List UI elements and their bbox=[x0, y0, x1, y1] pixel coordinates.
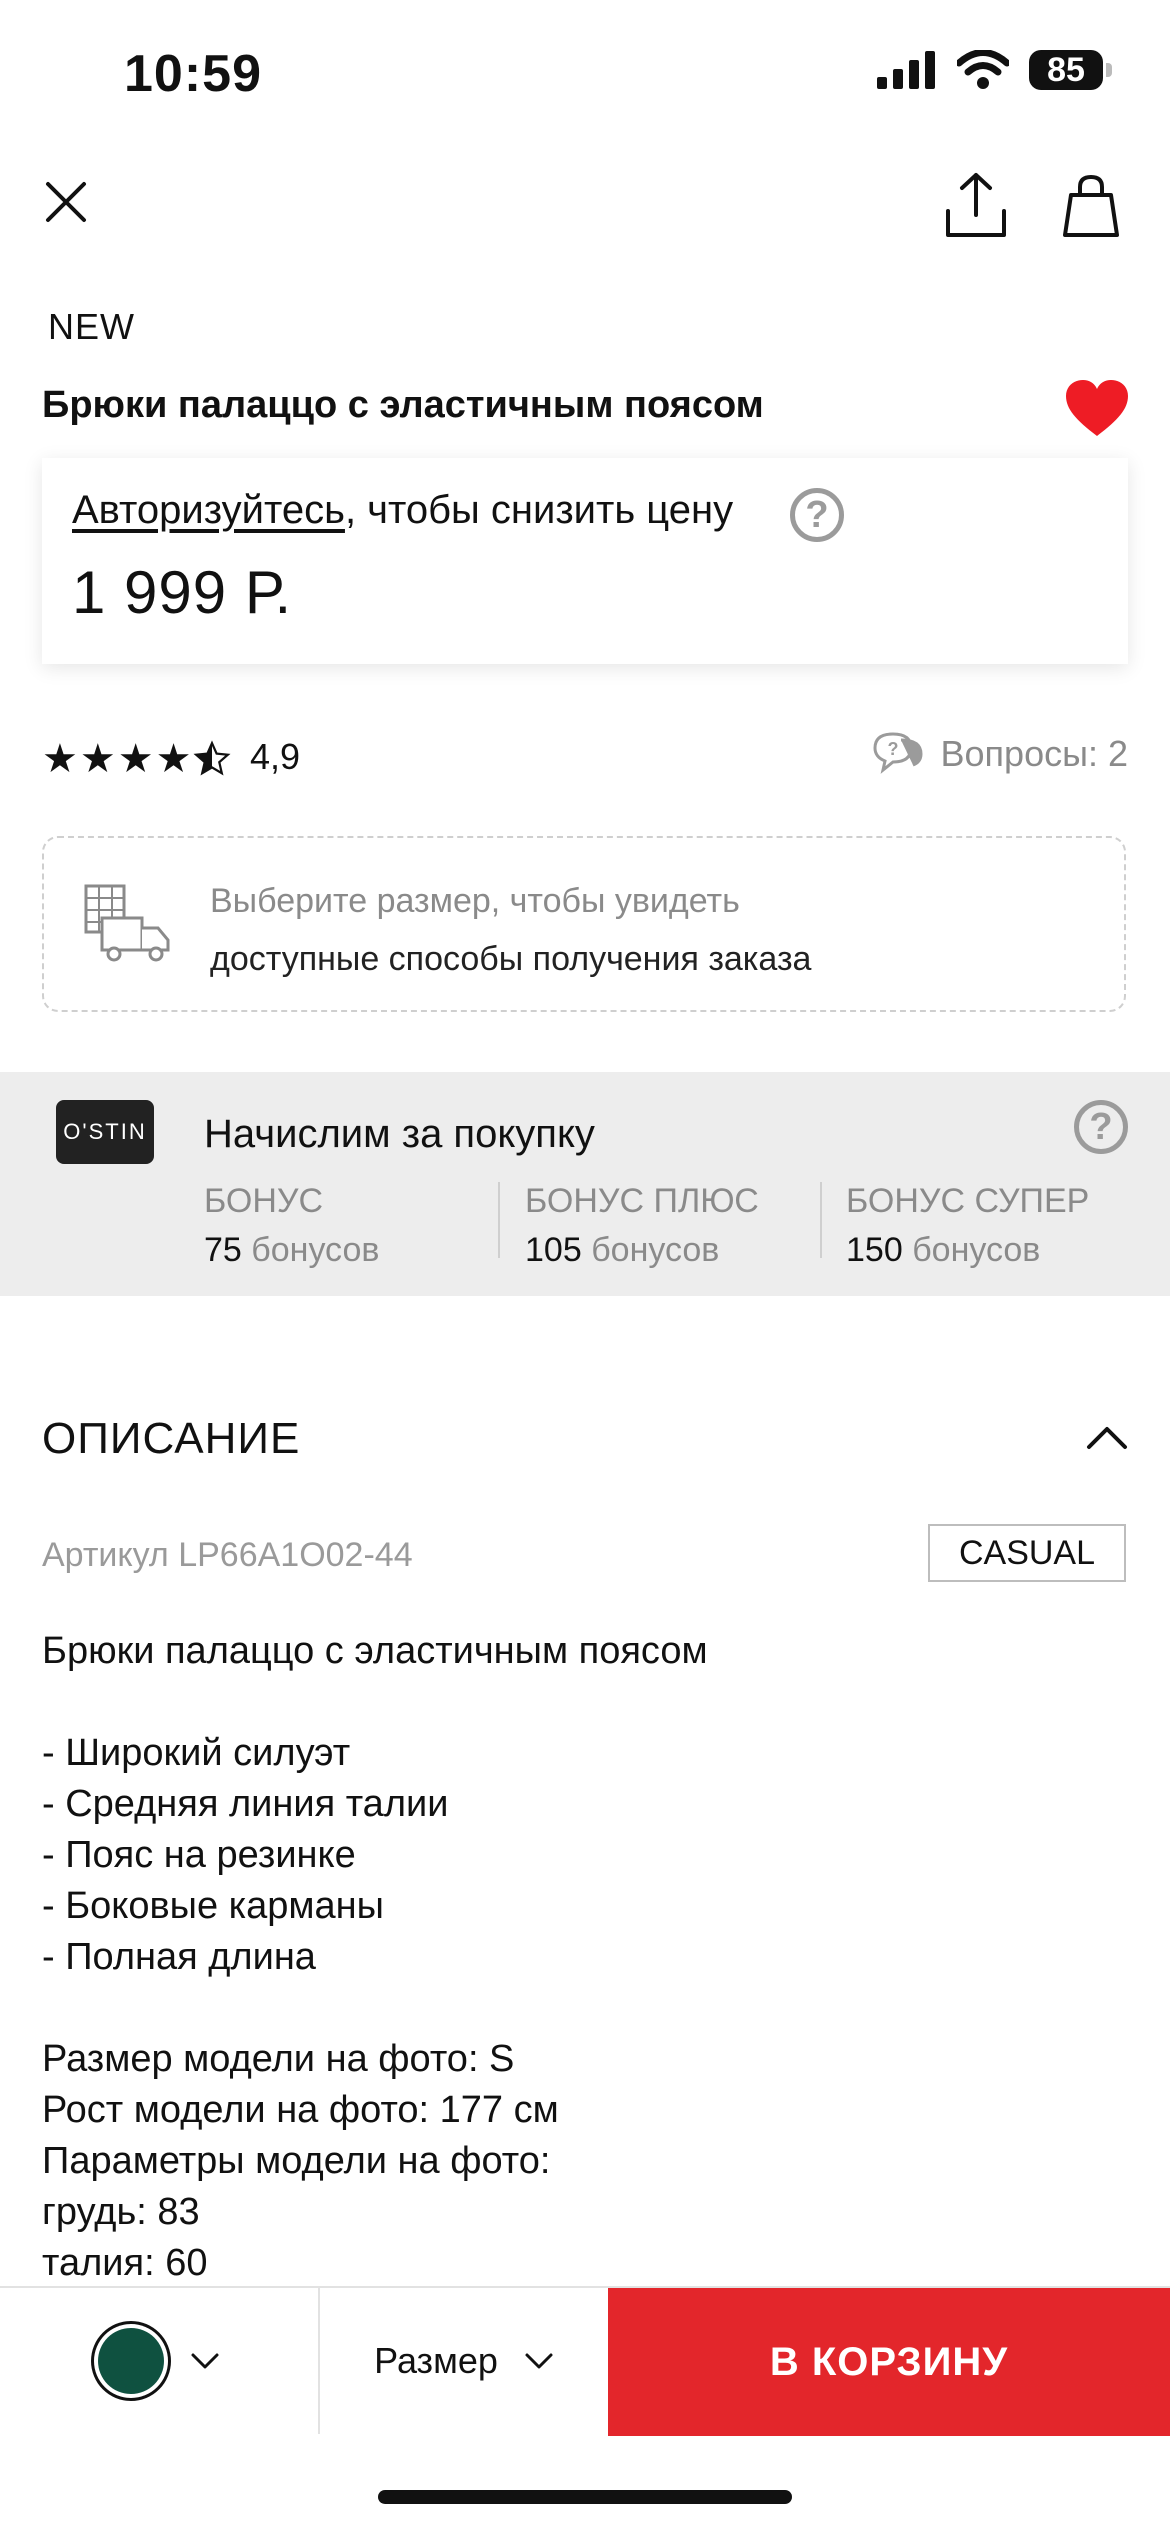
chevron-up-icon bbox=[1087, 1427, 1127, 1449]
description-line bbox=[42, 1677, 1122, 1728]
description-line: - Боковые карманы bbox=[42, 1885, 384, 1927]
bonus-tier-name: БОНУС СУПЕР bbox=[846, 1182, 1090, 1220]
price-help-icon[interactable]: ? bbox=[790, 488, 844, 542]
share-icon bbox=[946, 173, 1006, 237]
delivery-hint-line2: доступные способы получения заказа bbox=[210, 940, 812, 978]
bonus-tier-unit: бонусов bbox=[591, 1231, 720, 1269]
bonus-help-icon[interactable]: ? bbox=[1074, 1100, 1128, 1154]
login-link[interactable]: Авторизуйтесь bbox=[72, 488, 345, 532]
bonus-tier: БОНУС ПЛЮС 105 бонусов bbox=[525, 1182, 759, 1270]
description-line: Параметры модели на фото: bbox=[42, 2140, 551, 2182]
bonus-section: O'STIN Начислим за покупку ? БОНУС 75 бо… bbox=[0, 1072, 1170, 1296]
price: 1 999 Р. bbox=[72, 559, 293, 626]
collapse-description-button[interactable] bbox=[1086, 1424, 1128, 1455]
star-icon: ★ bbox=[79, 737, 116, 781]
question-bubble-icon: ? bbox=[873, 732, 923, 774]
rating-value: 4,9 bbox=[250, 736, 301, 777]
bonus-tier-unit: бонусов bbox=[912, 1231, 1041, 1269]
sku: Артикул LP66A1O02-44 bbox=[42, 1536, 413, 1574]
close-button[interactable] bbox=[36, 172, 96, 232]
description-line: Размер модели на фото: S bbox=[42, 2038, 515, 2080]
price-card: Авторизуйтесь, чтобы снизить цену ? 1 99… bbox=[42, 458, 1128, 664]
description-line: грудь: 83 bbox=[42, 2191, 200, 2233]
shopping-bag-icon bbox=[1063, 174, 1119, 237]
auth-prompt: Авторизуйтесь, чтобы снизить цену bbox=[72, 488, 733, 533]
description-heading[interactable]: ОПИСАНИЕ bbox=[42, 1414, 300, 1464]
battery-icon: 85 bbox=[1029, 50, 1112, 90]
description-line: - Средняя линия талии bbox=[42, 1783, 449, 1825]
description-line: - Пояс на резинке bbox=[42, 1834, 356, 1876]
size-label: Размер bbox=[374, 2340, 498, 2381]
new-badge: NEW bbox=[48, 306, 135, 347]
delivery-info-box: Выберите размер, чтобы увидеть доступные… bbox=[42, 836, 1126, 1012]
description-body: Брюки палаццо с эластичным поясом - Широ… bbox=[42, 1626, 1122, 2289]
color-swatch[interactable] bbox=[98, 2328, 164, 2394]
divider bbox=[820, 1182, 822, 1258]
description-line: - Полная длина bbox=[42, 1936, 316, 1978]
bonus-tier-amount: 105 bbox=[525, 1231, 582, 1269]
bonus-tier: БОНУС СУПЕР 150 бонусов bbox=[846, 1182, 1089, 1270]
questions-link[interactable]: ? Вопросы: 2 bbox=[871, 730, 1128, 778]
chevron-down-icon bbox=[191, 2353, 219, 2369]
share-button[interactable] bbox=[938, 168, 1014, 244]
cart-button[interactable] bbox=[1056, 168, 1126, 244]
home-indicator bbox=[378, 2490, 792, 2504]
svg-text:?: ? bbox=[887, 739, 898, 759]
add-to-cart-button[interactable]: В КОРЗИНУ bbox=[608, 2288, 1170, 2436]
battery-level: 85 bbox=[1029, 50, 1103, 90]
description-line: - Широкий силуэт bbox=[42, 1732, 351, 1774]
auth-prompt-text: , чтобы снизить цену bbox=[344, 488, 734, 532]
favorite-button[interactable] bbox=[1064, 378, 1130, 443]
delivery-hint-line1: Выберите размер, чтобы увидеть bbox=[210, 882, 740, 920]
star-icon: ★ bbox=[42, 737, 78, 781]
color-selector[interactable] bbox=[0, 2288, 320, 2434]
divider bbox=[498, 1182, 500, 1258]
star-icon: ★ bbox=[117, 737, 154, 781]
status-icons: 85 bbox=[877, 50, 1112, 90]
heart-icon bbox=[1066, 380, 1128, 436]
bonus-tier-amount: 75 bbox=[204, 1231, 242, 1269]
wifi-icon bbox=[957, 50, 1009, 89]
half-star-icon bbox=[193, 740, 231, 776]
description-line bbox=[42, 1983, 1122, 2034]
status-time: 10:59 bbox=[124, 45, 262, 103]
bonus-tier-amount: 150 bbox=[846, 1231, 903, 1269]
brand-logo: O'STIN bbox=[56, 1100, 154, 1164]
size-selector[interactable]: Размер bbox=[320, 2288, 608, 2434]
bonus-tier-name: БОНУС ПЛЮС bbox=[525, 1182, 759, 1220]
chevron-down-icon bbox=[525, 2353, 553, 2369]
description-line: Брюки палаццо с эластичным поясом bbox=[42, 1630, 708, 1672]
bottom-action-bar: Размер В КОРЗИНУ bbox=[0, 2286, 1170, 2436]
cellular-signal-icon bbox=[877, 51, 935, 89]
bonus-title: Начислим за покупку bbox=[204, 1112, 595, 1156]
rating-stars: ★ ★ ★ ★ bbox=[42, 736, 231, 782]
description-line: талия: 60 bbox=[42, 2242, 208, 2284]
description-line: Рост модели на фото: 177 см bbox=[42, 2089, 559, 2131]
delivery-truck-icon bbox=[84, 884, 170, 962]
style-tag: CASUAL bbox=[928, 1524, 1126, 1582]
bonus-tier-name: БОНУС bbox=[204, 1182, 324, 1220]
close-icon bbox=[46, 182, 86, 222]
questions-label: Вопросы: 2 bbox=[940, 733, 1128, 774]
bonus-tier-unit: бонусов bbox=[251, 1231, 380, 1269]
bonus-tier: БОНУС 75 бонусов bbox=[204, 1182, 379, 1270]
star-icon: ★ bbox=[155, 737, 192, 781]
product-title: Брюки палаццо с эластичным поясом bbox=[42, 384, 764, 426]
